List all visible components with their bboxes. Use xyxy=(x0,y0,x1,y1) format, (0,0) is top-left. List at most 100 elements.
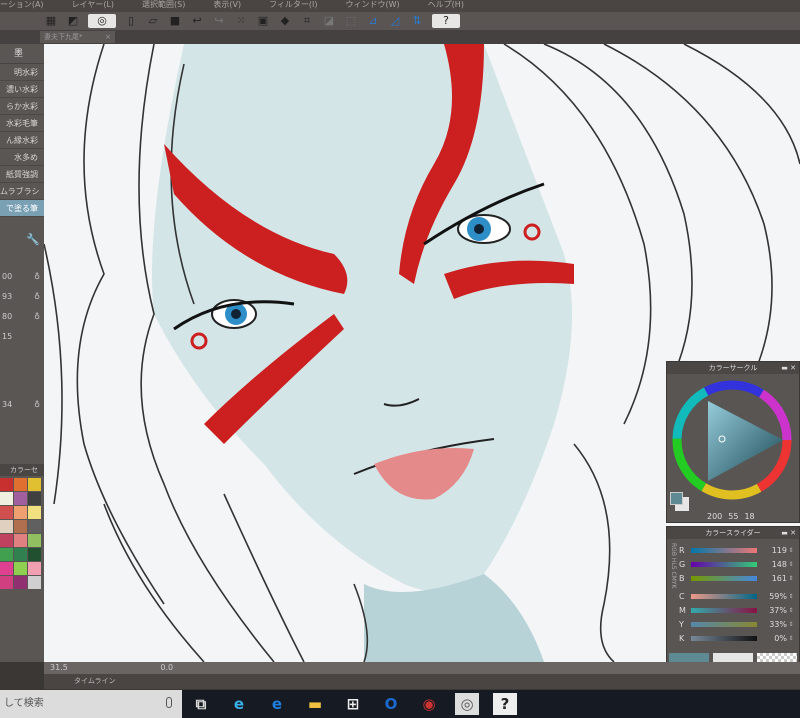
paint-amount-field[interactable]: 80 ♁ xyxy=(0,307,44,327)
color-swatch[interactable] xyxy=(14,576,27,589)
slider-value[interactable]: 33% xyxy=(761,620,787,629)
new-file-icon[interactable]: ▯ xyxy=(124,14,138,28)
sub-tool-item[interactable]: 水彩毛筆 xyxy=(0,115,44,132)
panel-close-icon[interactable]: ▬ ✕ xyxy=(781,527,796,539)
slider-value[interactable]: 148 xyxy=(761,560,787,569)
sub-tool-item[interactable]: 水多め xyxy=(0,149,44,166)
color-swatch[interactable] xyxy=(28,520,41,533)
open-file-icon[interactable]: ▱ xyxy=(146,14,160,28)
sub-tool-item[interactable]: らか水彩 xyxy=(0,98,44,115)
color-swatch[interactable] xyxy=(28,562,41,575)
stepper-icon[interactable]: ⇕ xyxy=(787,593,795,600)
sub-tool-item[interactable]: 濃い水彩 xyxy=(0,81,44,98)
color-swatch[interactable] xyxy=(14,520,27,533)
color-swatch[interactable] xyxy=(28,492,41,505)
color-slider[interactable] xyxy=(691,547,757,553)
taskbar-search[interactable]: して検索 xyxy=(0,690,182,718)
slider-value[interactable]: 37% xyxy=(761,606,787,615)
color-slider[interactable] xyxy=(691,593,757,599)
color-slider[interactable] xyxy=(691,635,757,641)
timeline-tab[interactable]: タイムライン xyxy=(44,674,800,689)
menu-window[interactable]: ウィンドウ(W) xyxy=(346,0,400,12)
sub-tool-item[interactable]: ムラブラシ xyxy=(0,183,44,200)
color-swatch[interactable] xyxy=(0,548,13,561)
panel-close-icon[interactable]: ▬ ✕ xyxy=(781,362,796,374)
stepper-icon[interactable]: ⇕ xyxy=(787,547,795,554)
color-swatch[interactable] xyxy=(28,478,41,491)
clear-icon[interactable]: ▣ xyxy=(256,14,270,28)
sub-tool-item[interactable]: 紙質強調 xyxy=(0,166,44,183)
transform-icon[interactable]: ⌗ xyxy=(300,14,314,28)
color-swatch[interactable] xyxy=(0,520,13,533)
slider-value[interactable]: 119 xyxy=(761,546,787,555)
stepper-icon[interactable]: ⇕ xyxy=(787,561,795,568)
color-swatch[interactable] xyxy=(14,492,27,505)
color-swatch[interactable] xyxy=(0,534,13,547)
outlook-icon[interactable]: O xyxy=(372,690,410,718)
save-icon[interactable]: ■ xyxy=(168,14,182,28)
clip-studio-icon[interactable]: ◎ xyxy=(455,693,479,715)
clip-studio-paint-icon[interactable]: ? xyxy=(493,693,517,715)
close-tab-icon[interactable]: × xyxy=(105,31,115,43)
color-slider[interactable] xyxy=(691,621,757,627)
redo-icon[interactable]: ↪ xyxy=(212,14,226,28)
menu-view[interactable]: 表示(V) xyxy=(213,0,241,12)
main-color-swatch[interactable] xyxy=(670,492,683,505)
menu-animation[interactable]: ーション(A) xyxy=(0,0,44,12)
color-swatch[interactable] xyxy=(14,478,27,491)
slider-value[interactable]: 0% xyxy=(761,634,787,643)
snap-grid-icon[interactable]: ⇅ xyxy=(410,14,424,28)
color-swatch[interactable] xyxy=(28,506,41,519)
color-swatch[interactable] xyxy=(0,478,13,491)
slider-value[interactable]: 59% xyxy=(761,592,787,601)
color-slider[interactable] xyxy=(691,607,757,613)
color-swatch[interactable] xyxy=(28,548,41,561)
snap-ruler-icon[interactable]: ⊿ xyxy=(366,14,380,28)
color-swatch[interactable] xyxy=(28,576,41,589)
stepper-icon[interactable]: ⇕ xyxy=(787,575,795,582)
stepper-icon[interactable]: ⇕ xyxy=(787,607,795,614)
color-swatch[interactable] xyxy=(14,562,27,575)
color-swatch[interactable] xyxy=(0,562,13,575)
help-button[interactable]: ? xyxy=(432,14,460,28)
task-view-icon[interactable]: ⧉ xyxy=(182,690,220,718)
wrench-icon[interactable]: 🔧 xyxy=(26,233,40,246)
menu-help[interactable]: ヘルプ(H) xyxy=(428,0,464,12)
sub-tool-item-selected[interactable]: で塗る筆 xyxy=(0,200,44,217)
rotation-angle[interactable]: 0.0 xyxy=(160,663,173,672)
grid-icon[interactable]: ▦ xyxy=(44,14,58,28)
color-swatch[interactable] xyxy=(28,534,41,547)
snap-special-ruler-icon[interactable]: ◿ xyxy=(388,14,402,28)
clip-studio-icon[interactable]: ◩ xyxy=(66,14,80,28)
zoom-level[interactable]: 31.5 xyxy=(50,663,68,672)
trim-icon[interactable]: ◪ xyxy=(322,14,336,28)
paint-density-field[interactable]: 15 xyxy=(0,327,44,347)
color-slider[interactable] xyxy=(691,561,757,567)
deselect-icon[interactable]: ⁙ xyxy=(234,14,248,28)
sub-tool-item[interactable]: ん縁水彩 xyxy=(0,132,44,149)
selection-show-icon[interactable]: ⬚ xyxy=(344,14,358,28)
edge-icon[interactable]: e xyxy=(258,690,296,718)
internet-explorer-icon[interactable]: e xyxy=(220,690,258,718)
menu-filter[interactable]: フィルター(I) xyxy=(269,0,317,12)
media-icon[interactable]: ◉ xyxy=(410,690,448,718)
sub-tool-item[interactable]: 明水彩 xyxy=(0,64,44,81)
hue-ring[interactable] xyxy=(668,376,800,508)
color-swatch[interactable] xyxy=(14,534,27,547)
file-explorer-icon[interactable]: ▬ xyxy=(296,690,334,718)
brush-size-field[interactable]: 00 ♁ xyxy=(0,267,44,287)
microphone-icon[interactable] xyxy=(166,697,172,708)
tab-rgb[interactable]: RGB xyxy=(670,543,677,556)
fill-icon[interactable]: ◆ xyxy=(278,14,292,28)
menu-layer[interactable]: レイヤー(L) xyxy=(72,0,114,12)
color-slider[interactable] xyxy=(691,575,757,581)
tab-hls[interactable]: HLS xyxy=(670,558,677,570)
color-swatch[interactable] xyxy=(14,506,27,519)
tab-cmyk[interactable]: CMYK xyxy=(670,571,677,588)
document-tab[interactable]: 妻夫下九尾* × xyxy=(40,31,115,43)
undo-icon[interactable]: ↩ xyxy=(190,14,204,28)
stepper-icon[interactable]: ⇕ xyxy=(787,635,795,642)
color-swatch[interactable] xyxy=(0,576,13,589)
blend-field[interactable]: 34 ♁ xyxy=(0,395,44,415)
stepper-icon[interactable]: ⇕ xyxy=(787,621,795,628)
